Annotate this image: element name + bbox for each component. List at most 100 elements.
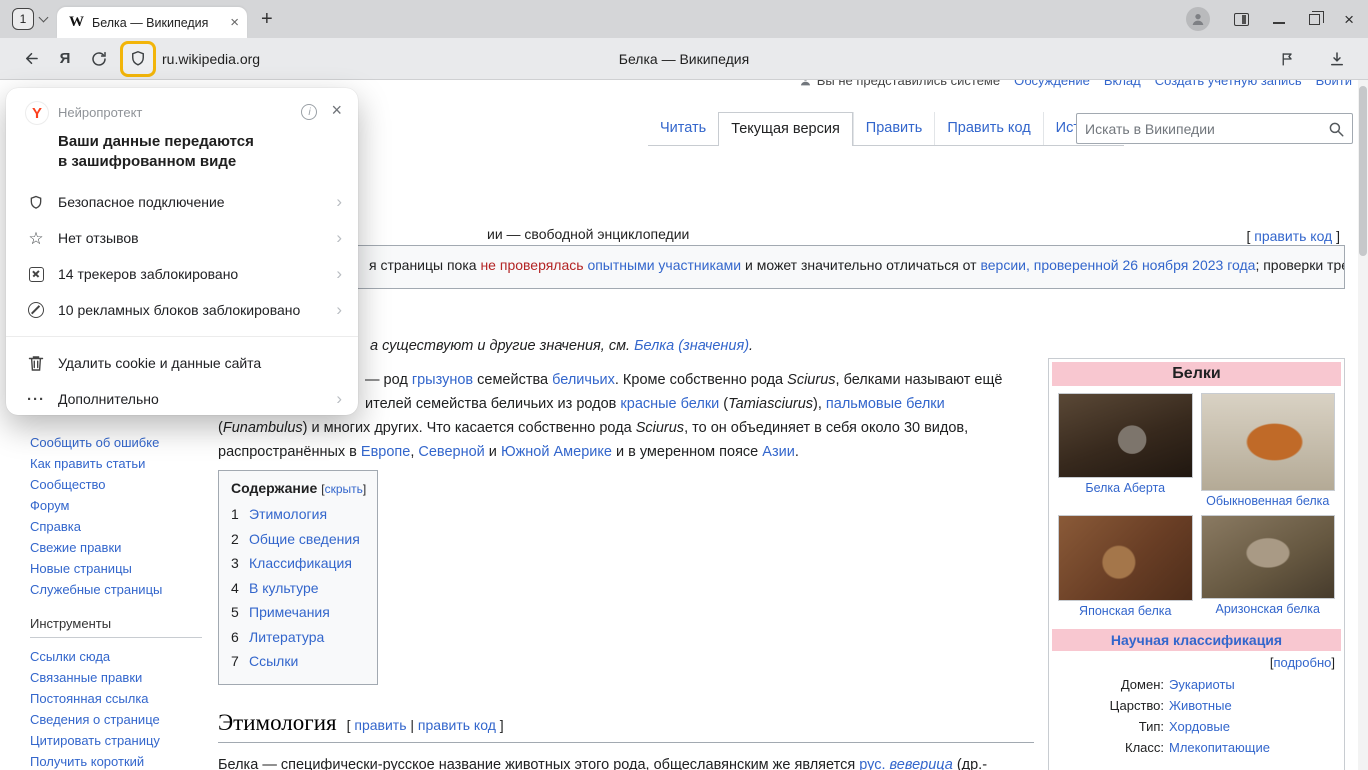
minimize-button[interactable]: [1273, 22, 1285, 24]
europe-link[interactable]: Европе: [361, 444, 410, 460]
popup-item-clear-cookies[interactable]: Удалить cookie и данные сайта: [6, 345, 358, 381]
maximize-button[interactable]: [1309, 14, 1320, 25]
disambiguation-link[interactable]: Белка (значения): [634, 338, 749, 354]
hatnote-text: .: [749, 338, 753, 354]
protect-highlight-box[interactable]: [120, 41, 156, 77]
shield-icon: [26, 194, 46, 211]
protect-popup: Y Нейропротект i × Ваши данные передаютс…: [6, 88, 358, 415]
kingdom-link[interactable]: Животные: [1169, 695, 1337, 716]
refresh-button[interactable]: [82, 42, 116, 76]
info-icon[interactable]: i: [301, 104, 317, 120]
scrollbar-thumb[interactable]: [1359, 86, 1367, 256]
tab-current-version[interactable]: Текущая версия: [718, 112, 853, 146]
rodents-link[interactable]: грызунов: [412, 372, 473, 388]
sidebar-link-special-pages[interactable]: Служебные страницы: [30, 582, 162, 597]
phylum-link[interactable]: Хордовые: [1169, 716, 1337, 737]
taxonomy-rows: Домен:Эукариоты Царство:Животные Тип:Хор…: [1052, 672, 1341, 760]
popup-item-more[interactable]: ··· Дополнительно ›: [6, 381, 358, 417]
red-squirrels-link[interactable]: красные белки: [620, 396, 719, 412]
sidebar-link-how-to-edit[interactable]: Как править статьи: [30, 456, 145, 471]
red-squirrel-image[interactable]: [1201, 393, 1336, 491]
class-link[interactable]: Млекопитающие: [1169, 737, 1337, 758]
sidebar-link-forum[interactable]: Форум: [30, 498, 70, 513]
link-discussion[interactable]: Обсуждение: [1014, 80, 1090, 88]
tab-edit[interactable]: Править: [853, 112, 935, 145]
sidebar-link-permanent-link[interactable]: Постоянная ссылка: [30, 691, 149, 706]
details-link[interactable]: подробно: [1273, 655, 1331, 670]
sidebar-link-related-changes[interactable]: Связанные правки: [30, 670, 142, 685]
reviewed-version-link[interactable]: версии, проверенной 26 ноября 2023 года: [980, 257, 1255, 273]
south-america-link[interactable]: Южной Америке: [501, 444, 612, 460]
browser-tab[interactable]: W Белка — Википедия ×: [57, 7, 247, 38]
tab-read[interactable]: Читать: [648, 112, 718, 145]
japanese-squirrel-image[interactable]: [1058, 515, 1193, 601]
popup-item-label: Безопасное подключение: [58, 194, 225, 210]
sciuridae-link[interactable]: беличьих: [552, 372, 615, 388]
close-window-button[interactable]: ×: [1344, 11, 1354, 28]
search-input[interactable]: [1085, 121, 1322, 137]
image-caption-link[interactable]: Белка Аберта: [1085, 481, 1165, 495]
tab-edit-code[interactable]: Править код: [934, 112, 1042, 145]
url-text[interactable]: ru.wikipedia.org: [162, 51, 260, 67]
classification-link[interactable]: Научная классификация: [1111, 632, 1282, 648]
sidebar-link-recent-changes[interactable]: Свежие правки: [30, 540, 121, 555]
sidebar-link-page-info[interactable]: Сведения о странице: [30, 712, 160, 727]
sidebar-link-what-links-here[interactable]: Ссылки сюда: [30, 649, 110, 664]
north-america-link[interactable]: Северной: [418, 444, 484, 460]
toc-link-notes[interactable]: Примечания: [249, 604, 330, 620]
yandex-button[interactable]: Я: [48, 42, 82, 76]
sidebar-link-community[interactable]: Сообщество: [30, 477, 106, 492]
profile-avatar[interactable]: [1186, 7, 1210, 31]
toc-link-literature[interactable]: Литература: [249, 629, 324, 645]
edit-code-link[interactable]: править код: [1254, 228, 1332, 244]
search-icon[interactable]: [1327, 120, 1345, 143]
link-contributions[interactable]: Вклад: [1104, 80, 1141, 88]
popup-item-ads-blocked[interactable]: 10 рекламных блоков заблокировано ›: [6, 292, 358, 328]
toc-link-general[interactable]: Общие сведения: [249, 531, 360, 547]
image-caption-link[interactable]: Японская белка: [1079, 604, 1171, 618]
toc-hide-link[interactable]: скрыть: [325, 482, 363, 496]
scrollbar-track[interactable]: [1358, 80, 1368, 770]
arizona-squirrel-image[interactable]: [1201, 515, 1336, 599]
new-tab-button[interactable]: +: [261, 9, 273, 29]
popup-close-icon[interactable]: ×: [331, 101, 342, 119]
toc-item: 5Примечания: [231, 600, 365, 625]
sidebar-link-report-error[interactable]: Сообщить об ошибке: [30, 435, 159, 450]
popup-item-secure-connection[interactable]: Безопасное подключение ›: [6, 184, 358, 220]
sidebar-link-cite-page[interactable]: Цитировать страницу: [30, 733, 160, 748]
edit-section-link[interactable]: править: [354, 717, 406, 733]
toc-link-etymology[interactable]: Этимология: [249, 506, 327, 522]
tab-close-icon[interactable]: ×: [230, 14, 239, 31]
details-row: [подробно]: [1052, 651, 1341, 672]
edit-section-code-link[interactable]: править код: [418, 717, 496, 733]
bookmark-button[interactable]: [1270, 42, 1304, 76]
toc-link-culture[interactable]: В культуре: [249, 580, 319, 596]
sidebar-link-short-url[interactable]: Получить короткий: [30, 754, 144, 769]
popup-item-reviews[interactable]: ☆ Нет отзывов ›: [6, 220, 358, 256]
tab-group-button[interactable]: 1: [12, 8, 47, 30]
reviewers-link[interactable]: опытными участниками: [587, 257, 741, 273]
back-button[interactable]: [14, 42, 48, 76]
image-caption-link[interactable]: Аризонская белка: [1216, 602, 1320, 616]
abert-squirrel-image[interactable]: [1058, 393, 1193, 478]
toc-link-links[interactable]: Ссылки: [249, 653, 298, 669]
toc-link-classification[interactable]: Классификация: [249, 555, 352, 571]
download-button[interactable]: [1320, 42, 1354, 76]
link-login[interactable]: Войти: [1316, 80, 1352, 88]
text: (др.-: [953, 757, 987, 770]
side-panel-icon[interactable]: [1234, 13, 1249, 26]
image-caption-link[interactable]: Обыкновенная белка: [1206, 494, 1329, 508]
unreviewed-link[interactable]: не проверялась: [480, 257, 583, 273]
toc-title: Содержание: [231, 480, 317, 496]
hatnote-text: а существуют и другие значения, см.: [370, 338, 634, 354]
link-create-account[interactable]: Создать учетную запись: [1155, 80, 1302, 88]
sidebar-link-help[interactable]: Справка: [30, 519, 81, 534]
russian-language-link[interactable]: рус.: [859, 757, 885, 770]
wikipedia-search-box[interactable]: [1076, 113, 1353, 144]
sidebar-link-new-pages[interactable]: Новые страницы: [30, 561, 132, 576]
popup-item-trackers-blocked[interactable]: 14 трекеров заблокировано ›: [6, 256, 358, 292]
veveritsa-link[interactable]: веверица: [890, 757, 953, 770]
asia-link[interactable]: Азии: [762, 444, 795, 460]
palm-squirrels-link[interactable]: пальмовые белки: [826, 396, 945, 412]
domain-link[interactable]: Эукариоты: [1169, 674, 1337, 695]
